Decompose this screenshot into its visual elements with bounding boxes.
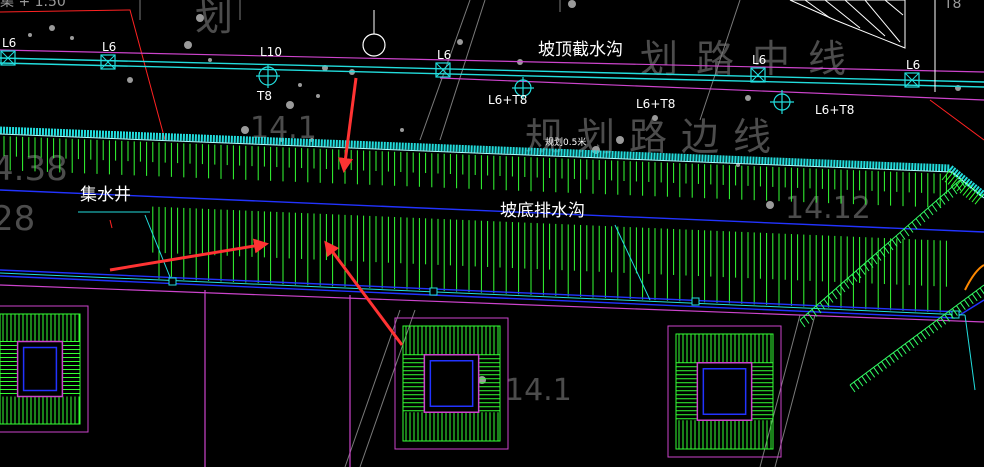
grey-dot: [400, 128, 404, 132]
label-slope-top-ditch: 坡顶截水沟: [538, 40, 623, 60]
label-l6-t8-a: L6+T8: [488, 93, 527, 107]
label-l6: L6: [102, 40, 116, 54]
grey-dot: [196, 14, 204, 22]
label-sump: 集水井: [80, 185, 131, 205]
label-l10: L10: [260, 45, 282, 59]
grey-dot: [184, 41, 192, 49]
grey-dot: [49, 25, 55, 31]
grey-dot: [766, 201, 774, 209]
grey-dot: [70, 36, 74, 40]
grey-dot: [616, 136, 624, 144]
grey-dot: [208, 58, 212, 62]
grey-dot: [286, 101, 294, 109]
label-l6: L6: [2, 36, 16, 50]
grey-dot: [298, 83, 302, 87]
grey-dot: [745, 95, 751, 101]
label-t8: T8: [256, 89, 272, 103]
grey-dot: [28, 33, 32, 37]
grey-dot: [127, 77, 133, 83]
watermark-top-fragment: 集 + 1.50: [0, 0, 66, 10]
watermark-edge-b: 28: [0, 199, 35, 239]
grey-dot: [568, 0, 576, 8]
grey-dot: [592, 146, 600, 154]
grey-dot: [457, 39, 463, 45]
label-l6-t8-b: L6+T8: [636, 97, 675, 111]
label-slope-bottom-ditch: 坡底排水沟: [500, 201, 585, 221]
label-small-note: 规划0.5米: [545, 136, 586, 148]
watermark-elev-b: 14.12: [785, 191, 871, 226]
label-l6: L6: [906, 58, 920, 72]
cad-drawing: 划 划路中线 规划路边线 14.1 14.12 14.1 4.38 28 集 +…: [0, 0, 984, 467]
watermark-elev-c: 14.1: [505, 373, 572, 408]
grey-dot: [316, 94, 320, 98]
label-l6: L6: [437, 48, 451, 62]
label-l6: L6: [752, 53, 766, 67]
grey-dot: [241, 126, 249, 134]
grey-dot: [652, 115, 658, 121]
watermark-top-t8: T8: [943, 0, 961, 12]
label-l6-t8-c: L6+T8: [815, 103, 854, 117]
